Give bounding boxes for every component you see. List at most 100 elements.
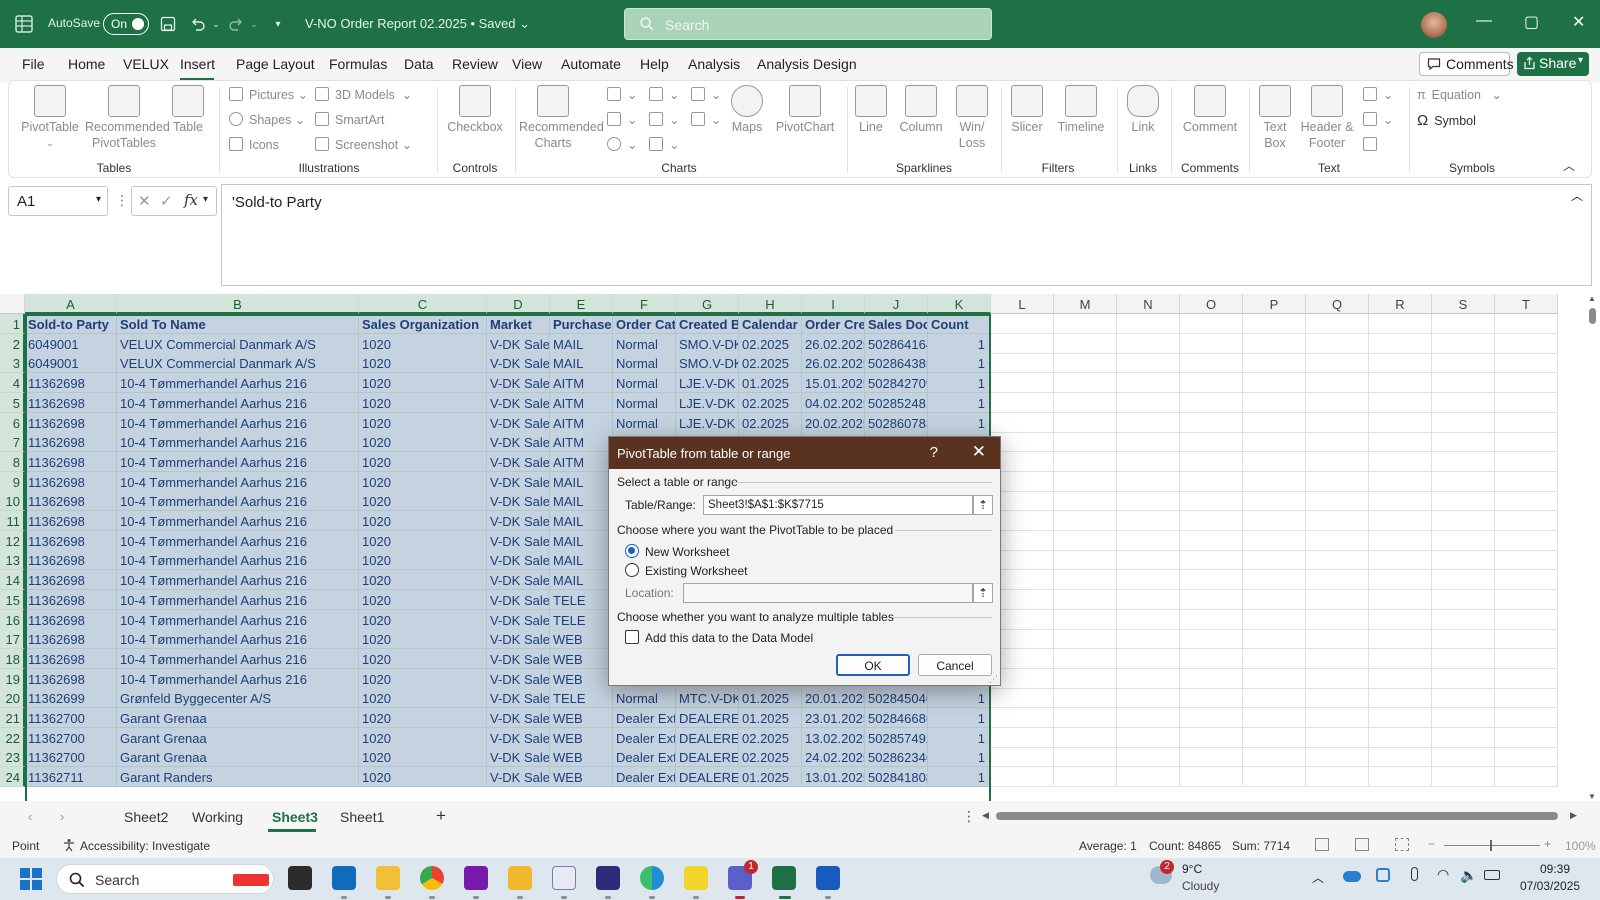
table-cell[interactable] [1054,727,1117,748]
table-cell[interactable] [1369,727,1432,748]
redo-icon[interactable] [226,14,246,34]
table-cell[interactable] [1432,570,1495,591]
scroll-down-icon[interactable]: ▼ [1588,792,1596,801]
table-cell[interactable]: WEB [550,648,613,669]
table-cell[interactable] [1495,609,1558,630]
table-cell[interactable]: 10-4 Tømmerhandel Aarhus 216 [117,432,359,453]
onedrive-icon[interactable] [1343,871,1361,882]
table-cell[interactable] [1117,471,1180,492]
table-cell[interactable]: 10-4 Tømmerhandel Aarhus 216 [117,609,359,630]
collapse-formula-bar-icon[interactable]: ︿ [1571,187,1583,204]
table-cell[interactable] [1054,392,1117,413]
table-cell[interactable] [1054,609,1117,630]
tab-analysis[interactable]: Analysis [688,56,740,72]
table-cell[interactable]: V-DK Sales [487,491,550,512]
table-cell[interactable]: VELUX Commercial Danmark A/S [117,333,359,354]
header-cell[interactable]: Calendar [739,314,802,334]
table-cell[interactable]: 1 [928,392,991,413]
table-cell[interactable] [1117,747,1180,768]
table-cell[interactable]: 1020 [359,550,487,571]
maximize-icon[interactable]: ▢ [1524,12,1539,32]
tab-insert[interactable]: Insert [180,56,215,72]
avatar[interactable] [1421,12,1447,38]
header-cell[interactable] [1369,314,1432,334]
column-header-e[interactable]: E [550,294,613,314]
table-cell[interactable] [1495,432,1558,453]
table-cell[interactable]: 10-4 Tømmerhandel Aarhus 216 [117,589,359,610]
table-cell[interactable] [1369,648,1432,669]
zoom-level[interactable]: 100% [1565,839,1596,853]
table-cell[interactable] [1054,491,1117,512]
customize-toolbar-icon[interactable]: ▾ [268,14,288,34]
table-cell[interactable] [1117,648,1180,669]
table-cell[interactable]: LJE.V-DK [676,392,739,413]
table-cell[interactable]: 11362698 [25,570,117,591]
header-cell[interactable]: Sales Doc [865,314,928,334]
table-cell[interactable] [1117,668,1180,689]
enter-icon[interactable]: ✓ [160,192,173,210]
outlook-icon[interactable] [332,866,356,890]
table-cell[interactable] [1180,609,1243,630]
save-icon[interactable] [158,14,178,34]
table-cell[interactable]: 11362698 [25,392,117,413]
table-cell[interactable] [1306,629,1369,650]
table-cell[interactable]: 01.2025 [739,708,802,728]
table-cell[interactable] [991,412,1054,433]
snipping-tool-icon[interactable] [552,866,576,890]
header-cell[interactable]: Created B [676,314,739,334]
table-cell[interactable] [1432,668,1495,689]
row-header[interactable]: 19 [0,668,25,689]
table-cell[interactable]: 1020 [359,412,487,433]
table-cell[interactable] [1243,491,1306,512]
scroll-tabs-right-icon[interactable]: › [60,809,64,824]
comments-button[interactable]: Comments [1419,52,1514,76]
zoom-out-icon[interactable]: − [1428,837,1435,851]
table-cell[interactable]: 13.02.2025 [802,727,865,748]
table-cell[interactable] [1432,432,1495,453]
table-cell[interactable]: V-DK Sales [487,333,550,354]
table-cell[interactable] [1369,609,1432,630]
table-cell[interactable]: V-DK Sales [487,747,550,768]
table-cell[interactable] [1495,648,1558,669]
table-cell[interactable]: 1 [928,688,991,709]
table-cell[interactable] [1306,373,1369,394]
table-cell[interactable]: MAIL [550,570,613,591]
table-cell[interactable] [1495,708,1558,728]
table-cell[interactable] [1432,688,1495,709]
table-cell[interactable]: 502862346 [865,747,928,768]
table-cell[interactable]: MAIL [550,491,613,512]
table-cell[interactable] [1306,609,1369,630]
table-cell[interactable] [1117,570,1180,591]
table-cell[interactable]: 02.2025 [739,353,802,374]
table-cell[interactable] [1306,353,1369,374]
table-cell[interactable]: V-DK Sales [487,392,550,413]
table-cell[interactable] [991,727,1054,748]
status-count[interactable]: Count: 84865 [1149,839,1221,853]
header-cell[interactable] [1117,314,1180,334]
table-cell[interactable]: Normal [613,392,676,413]
table-cell[interactable] [1432,609,1495,630]
close-window-icon[interactable]: ✕ [1572,12,1585,32]
textbox-button[interactable]: Text Box [1253,85,1297,151]
header-cell[interactable]: Sold-to Party [25,314,117,334]
sheet-tab-sheet1[interactable]: Sheet1 [340,809,384,825]
table-cell[interactable]: 11362698 [25,412,117,433]
table-cell[interactable] [1495,688,1558,709]
tab-help[interactable]: Help [640,56,669,72]
header-cell[interactable] [1243,314,1306,334]
table-cell[interactable]: 10-4 Tømmerhandel Aarhus 216 [117,629,359,650]
table-cell[interactable] [1306,333,1369,354]
table-cell[interactable]: Garant Grenaa [117,708,359,728]
table-cell[interactable]: 1020 [359,609,487,630]
undo-dropdown-icon[interactable]: ⌄ [206,14,226,34]
combo-chart-icon[interactable]: ⌄ [691,112,721,127]
table-range-input[interactable]: Sheet3!$A$1:$K$7715 [703,495,973,515]
table-cell[interactable]: 1020 [359,708,487,728]
table-cell[interactable]: V-DK Sales [487,767,550,788]
table-cell[interactable]: Garant Grenaa [117,747,359,768]
document-title[interactable]: V-NO Order Report 02.2025 • Saved ⌄ [305,16,530,32]
table-cell[interactable] [1369,550,1432,571]
table-cell[interactable]: 1020 [359,629,487,650]
table-cell[interactable]: Dealer Ext [613,747,676,768]
header-cell[interactable]: Market [487,314,550,334]
